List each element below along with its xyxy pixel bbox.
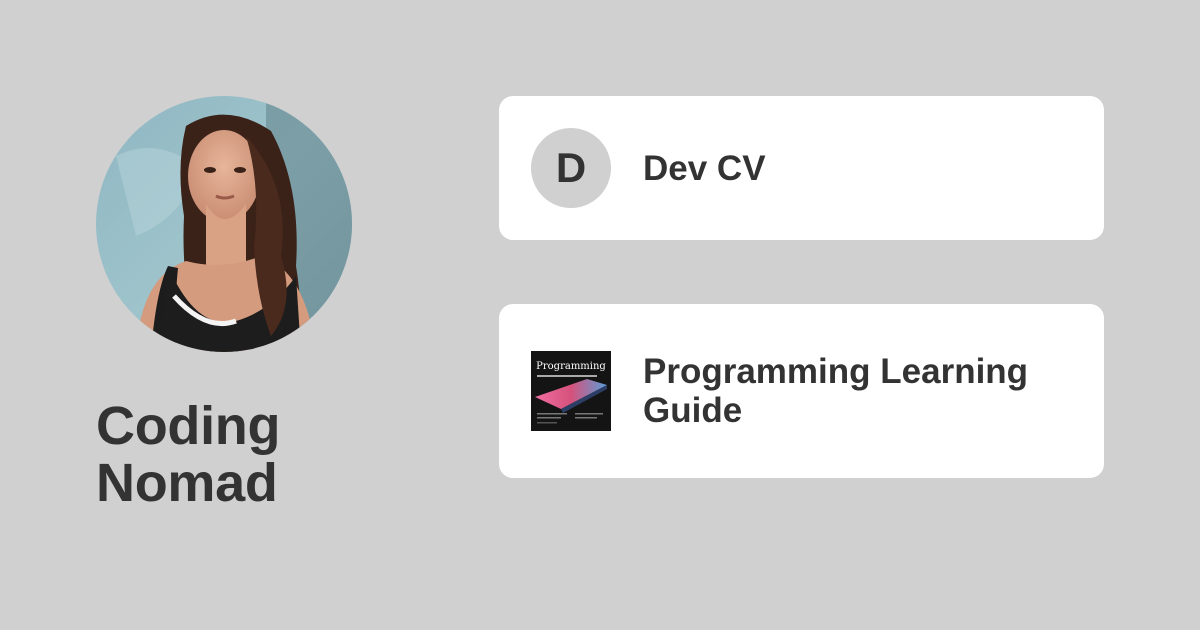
letter-badge-icon: D bbox=[531, 128, 611, 208]
profile-section: Coding Nomad bbox=[96, 96, 416, 512]
link-title: Programming Learning Guide bbox=[643, 352, 1029, 430]
profile-name: Coding Nomad bbox=[96, 396, 281, 513]
link-title: Dev CV bbox=[643, 148, 766, 188]
avatar bbox=[96, 96, 352, 352]
link-list: D Dev CV Programming Programming Learnin… bbox=[499, 96, 1104, 478]
profile-photo-icon bbox=[96, 96, 352, 352]
book-cover-thumbnail-icon: Programming bbox=[531, 351, 611, 431]
thumb-caption: Programming bbox=[536, 361, 606, 372]
link-card-dev-cv[interactable]: D Dev CV bbox=[499, 96, 1104, 240]
link-card-programming-learning-guide[interactable]: Programming Programming Learning Guide bbox=[499, 304, 1104, 478]
